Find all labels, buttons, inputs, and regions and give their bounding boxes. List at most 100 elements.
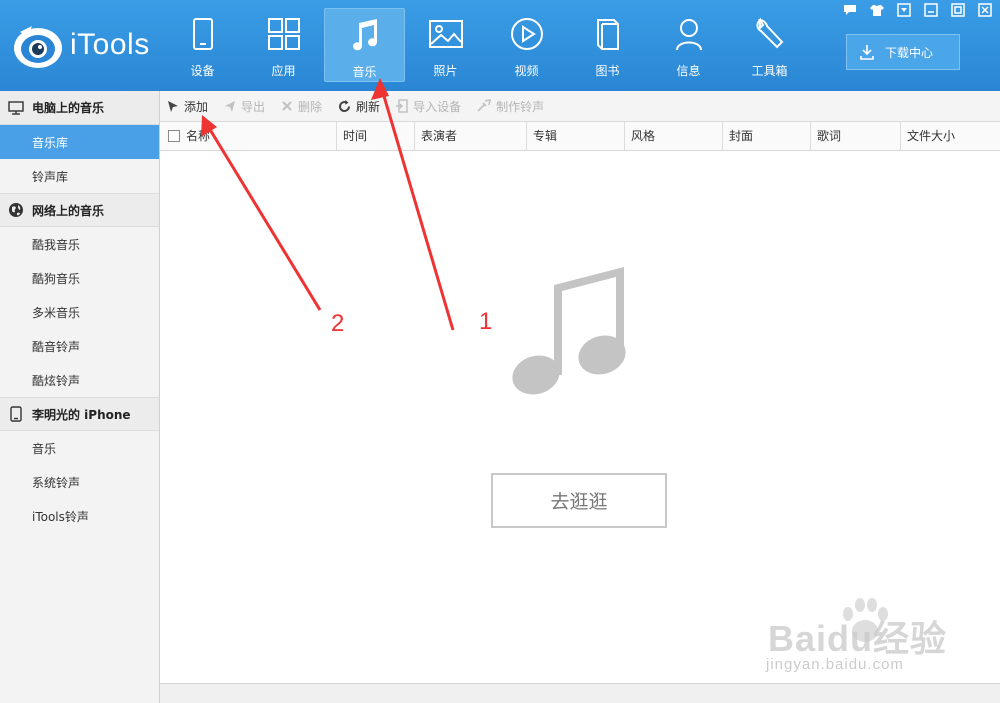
download-center-button[interactable]: 下载中心 [846, 34, 960, 70]
sidebar-section-title: 电脑上的音乐 [32, 101, 105, 115]
sidebar-item-itools-ringtone[interactable]: iTools铃声 [0, 499, 159, 533]
column-header-time[interactable]: 时间 [336, 122, 414, 151]
make-ringtone-button[interactable]: 制作铃声 [476, 95, 544, 117]
sidebar-item-label: 酷音铃声 [32, 339, 81, 354]
export-label: 导出 [241, 99, 266, 114]
sidebar-section-pc-music[interactable]: 电脑上的音乐 [0, 91, 159, 125]
refresh-icon [339, 99, 351, 112]
sidebar-item-label: 酷狗音乐 [32, 271, 81, 286]
sidebar-item-music-library[interactable]: 音乐库 [0, 125, 159, 159]
apps-icon [267, 18, 300, 50]
skin-icon[interactable] [868, 3, 886, 17]
menu-icon[interactable] [895, 3, 913, 17]
nav-info[interactable]: 信息 [648, 8, 729, 82]
nav-label: 图书 [595, 64, 620, 78]
watermark-brand: Baidu经验 [768, 618, 948, 659]
wrench-icon [756, 17, 783, 49]
column-header-file-size[interactable]: 文件大小 [900, 122, 998, 151]
browse-button[interactable]: 去逛逛 [491, 473, 667, 528]
nav-device[interactable]: 设备 [162, 8, 243, 82]
user-icon [675, 19, 702, 51]
sidebar-item-label: 铃声库 [32, 169, 69, 184]
import-device-button[interactable]: 导入设备 [395, 95, 461, 117]
window-controls [841, 3, 994, 17]
sidebar: 电脑上的音乐 音乐库 铃声库 网络上的音乐 酷我音乐 酷狗音乐 多米音乐 酷音铃… [0, 91, 160, 703]
sidebar-item-label: iTools铃声 [32, 509, 89, 524]
nav-label: 照片 [433, 64, 458, 78]
make-ringtone-label: 制作铃声 [496, 99, 545, 114]
itools-logo: iTools [12, 20, 162, 72]
nav-apps[interactable]: 应用 [243, 8, 324, 82]
sidebar-item-duomi[interactable]: 多米音乐 [0, 295, 159, 329]
column-header-cover[interactable]: 封面 [722, 122, 810, 151]
nav-label: 音乐 [352, 65, 377, 79]
export-icon [225, 101, 236, 112]
itools-logo-icon [14, 26, 62, 68]
delete-label: 删除 [298, 99, 323, 114]
sidebar-section-online-music[interactable]: 网络上的音乐 [0, 193, 159, 227]
feedback-icon[interactable] [841, 3, 859, 17]
delete-x-icon [282, 101, 292, 111]
sidebar-item-label: 音乐库 [32, 135, 69, 150]
book-icon [596, 19, 619, 50]
import-device-icon [396, 99, 408, 113]
maximize-icon[interactable] [949, 3, 967, 17]
sidebar-item-kugou[interactable]: 酷狗音乐 [0, 261, 159, 295]
add-label: 添加 [184, 99, 209, 114]
status-bar [160, 683, 1000, 703]
nav-label: 信息 [676, 64, 701, 78]
sidebar-section-title: 李明光的 iPhone [32, 407, 131, 422]
sidebar-section-iphone[interactable]: 李明光的 iPhone [0, 397, 159, 431]
sidebar-item-iphone-music[interactable]: 音乐 [0, 431, 159, 465]
nav-label: 工具箱 [751, 64, 788, 78]
nav-photo[interactable]: 照片 [405, 8, 486, 82]
export-button[interactable]: 导出 [223, 95, 265, 117]
annotation-label-2: 2 [331, 310, 345, 337]
sidebar-item-label: 多米音乐 [32, 305, 81, 320]
sidebar-item-label: 音乐 [32, 441, 57, 456]
device-icon [192, 18, 213, 50]
column-header-artist[interactable]: 表演者 [414, 122, 526, 151]
sidebar-item-kuyin-ringtone[interactable]: 酷音铃声 [0, 329, 159, 363]
phone-icon [10, 406, 22, 422]
nav-toolbox[interactable]: 工具箱 [729, 8, 810, 82]
column-header-genre[interactable]: 风格 [624, 122, 722, 151]
column-header-lyrics[interactable]: 歌词 [810, 122, 900, 151]
main-nav: 设备 应用 音乐 照片 视频 图书 信息 工具箱 [162, 8, 810, 82]
download-icon [860, 45, 874, 60]
baidu-watermark: Baidu经验 jingyan.baidu.com [760, 596, 980, 686]
music-note-icon [352, 19, 377, 51]
sidebar-item-kuwo[interactable]: 酷我音乐 [0, 227, 159, 261]
column-header-name[interactable]: 名称 [160, 122, 336, 151]
nav-book[interactable]: 图书 [567, 8, 648, 82]
nav-music[interactable]: 音乐 [324, 8, 405, 82]
globe-icon [9, 203, 23, 217]
logo-text: iTools [70, 28, 150, 61]
nav-video[interactable]: 视频 [486, 8, 567, 82]
ringtone-icon [477, 99, 492, 112]
nav-label: 视频 [514, 64, 539, 78]
video-play-icon [510, 18, 543, 50]
sidebar-item-label: 酷我音乐 [32, 237, 81, 252]
sidebar-item-ringtone-library[interactable]: 铃声库 [0, 159, 159, 193]
minimize-icon[interactable] [922, 3, 940, 17]
nav-label: 应用 [271, 64, 296, 78]
refresh-button[interactable]: 刷新 [337, 95, 380, 117]
annotation-label-1: 1 [479, 308, 493, 335]
sidebar-item-label: 酷炫铃声 [32, 373, 81, 388]
watermark-url: jingyan.baidu.com [766, 656, 904, 673]
monitor-icon [8, 100, 24, 115]
add-button[interactable]: 添加 [166, 95, 208, 117]
add-arrow-icon [168, 101, 178, 112]
music-note-icon [512, 267, 626, 395]
song-table-header: 名称 时间 表演者 专辑 风格 封面 歌词 文件大小 [160, 122, 1000, 151]
toolbar: 添加 导出 删除 刷新 导入设备 制作铃声 [160, 91, 1000, 122]
delete-button[interactable]: 删除 [280, 95, 322, 117]
top-header: iTools 设备 应用 音乐 照片 视频 图书 信息 工具箱 下载中心 [0, 0, 1000, 91]
photo-icon [428, 20, 463, 48]
close-icon[interactable] [976, 3, 994, 17]
sidebar-item-kuxuan-ringtone[interactable]: 酷炫铃声 [0, 363, 159, 397]
column-header-album[interactable]: 专辑 [526, 122, 624, 151]
sidebar-item-system-ringtone[interactable]: 系统铃声 [0, 465, 159, 499]
sidebar-section-title: 网络上的音乐 [32, 203, 105, 218]
